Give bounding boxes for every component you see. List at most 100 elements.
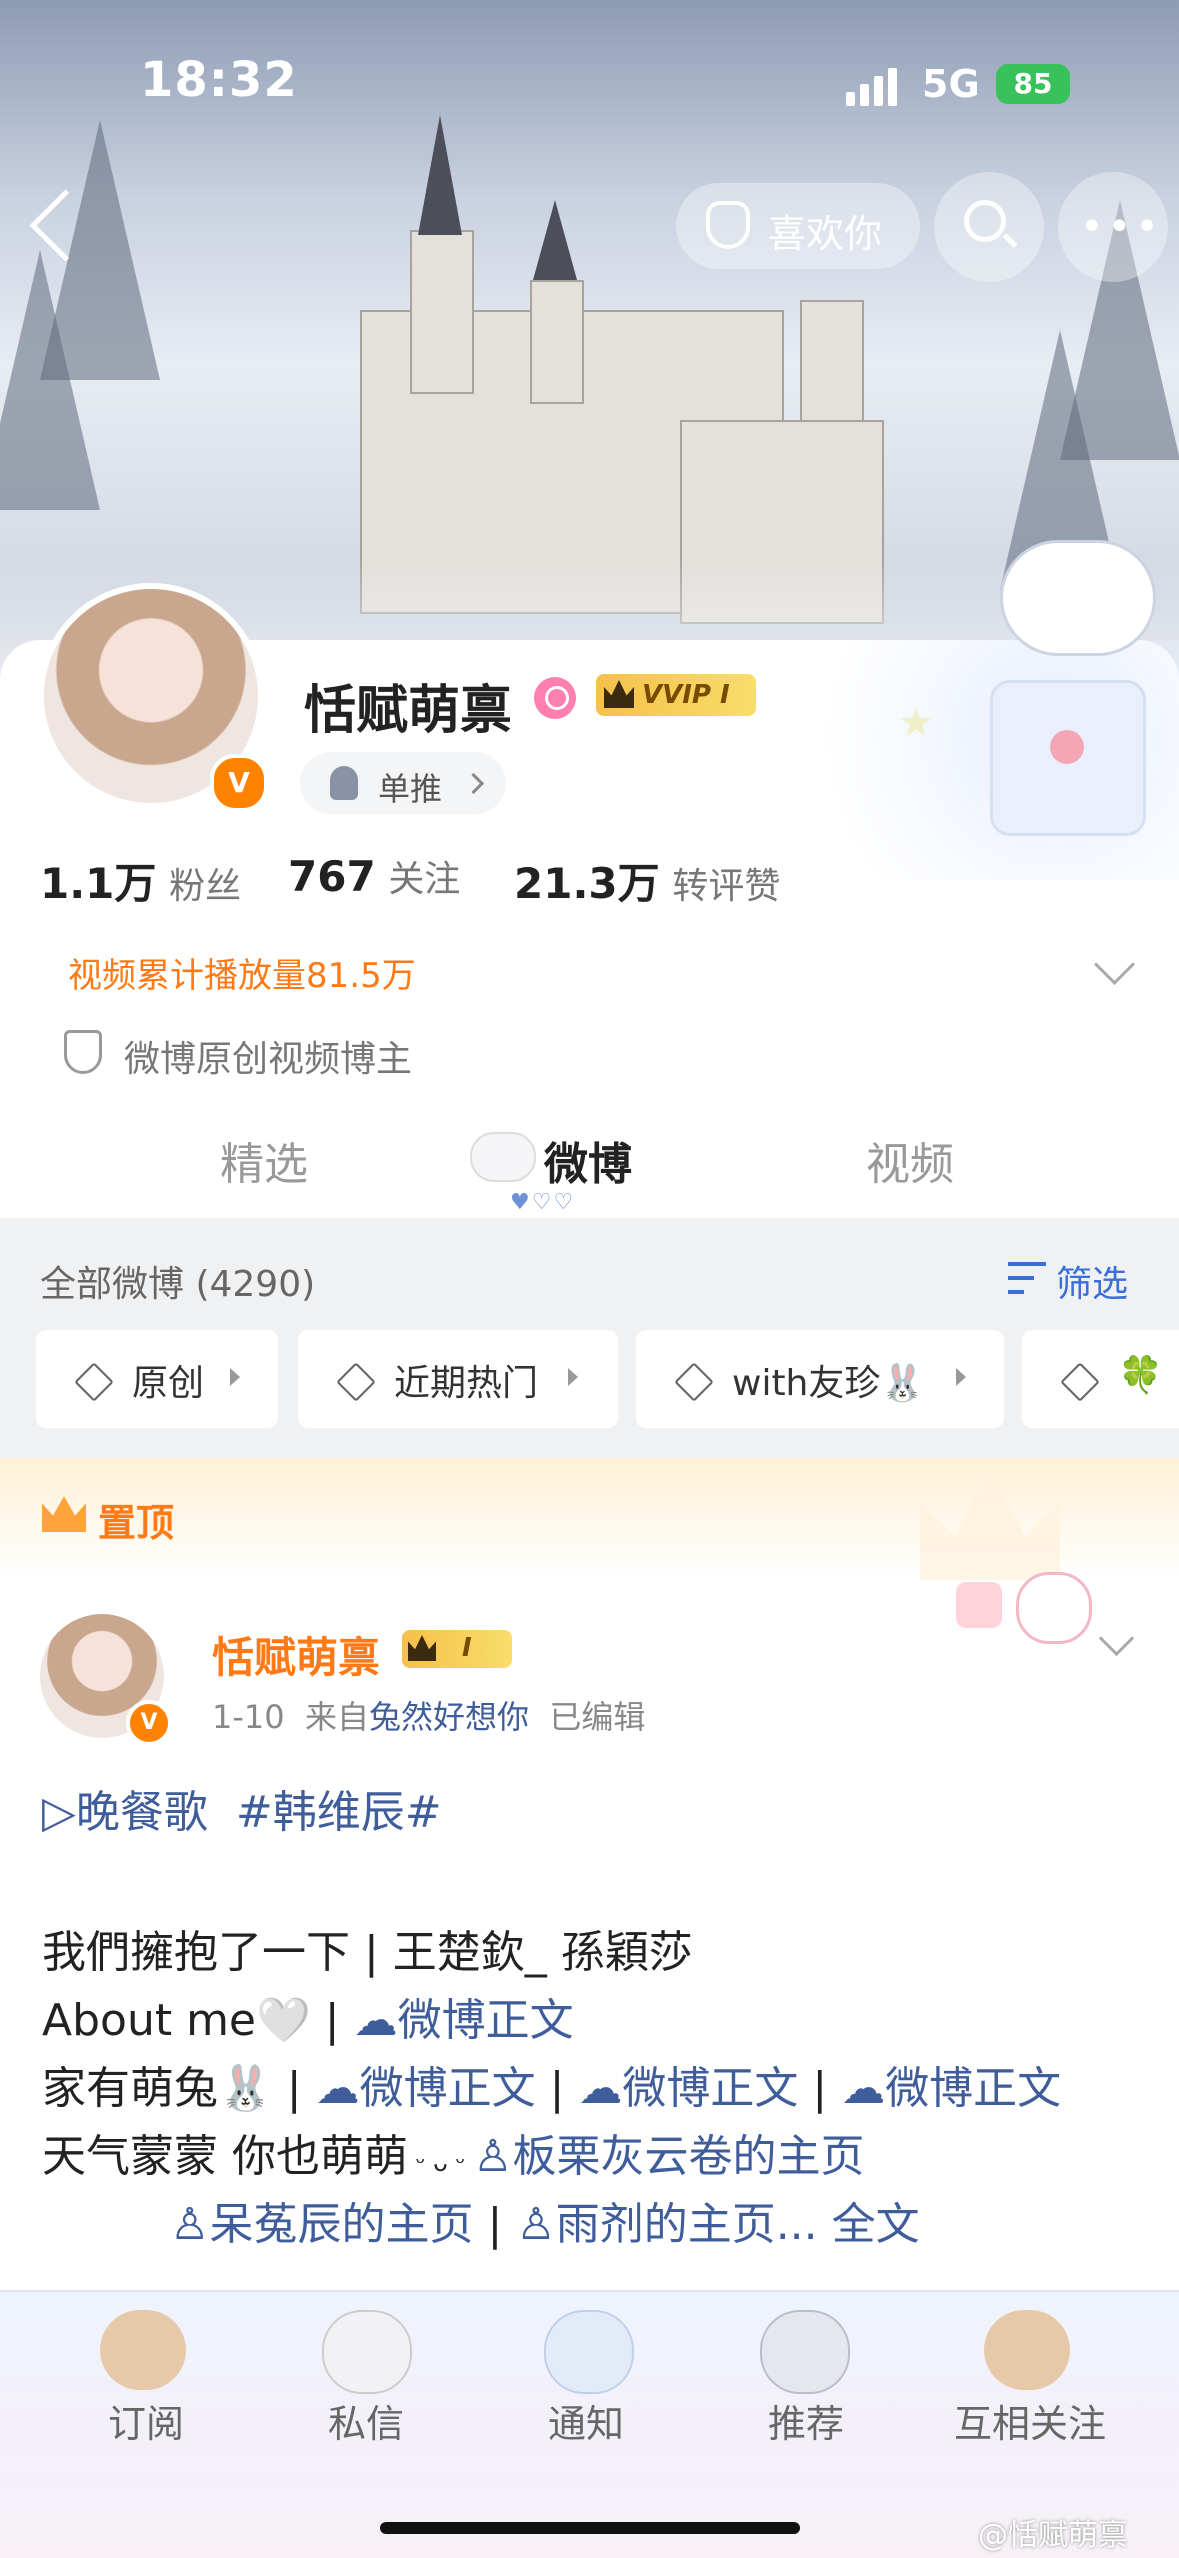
verified-badge: V (126, 1700, 172, 1746)
certification-label: 微博原创视频博主 (124, 1039, 413, 1080)
battery-indicator: 85 (996, 64, 1070, 104)
pinned-label: 置顶 (98, 1501, 175, 1545)
bear-mutual-icon (984, 2310, 1070, 2390)
star-icon: ★ (898, 700, 934, 746)
weibo-link[interactable]: ☁微博正文 (841, 2063, 1061, 2114)
post-text-line: 天气蒙蒙 你也萌萌 ᵕ ᴗ ᵕ ♙板栗灰云卷的主页 (42, 2131, 865, 2182)
layers-icon (1060, 1362, 1100, 1402)
chip-original[interactable]: 原创 (36, 1330, 278, 1428)
stat-value: 1.1万 (40, 859, 157, 908)
more-button[interactable]: ••• (1058, 172, 1168, 282)
hashtag-link[interactable]: #韩维辰# (236, 1787, 442, 1838)
like-button[interactable]: 喜欢你 (676, 183, 920, 269)
caret-right-icon (230, 1368, 240, 1386)
profile-link[interactable]: ♙呆菟辰的主页 (170, 2199, 473, 2250)
read-more-link[interactable]: 全文 (818, 2199, 920, 2250)
castle-tower (410, 230, 474, 394)
layers-icon (336, 1362, 376, 1402)
post-source-link[interactable]: 兔然好想你 (369, 1698, 529, 1736)
person-icon (330, 766, 358, 800)
chevron-right-icon (462, 772, 485, 795)
chip-clover[interactable]: 🍀 (1022, 1330, 1179, 1428)
watermark: @恬赋萌禀 (978, 2518, 1128, 2553)
caret-right-icon (956, 1368, 966, 1386)
status-time: 18:32 (140, 52, 298, 108)
cat-message-icon (322, 2310, 412, 2394)
post-text-line: ♙呆菟辰的主页 | ♙雨剂的主页... 全文 (170, 2199, 920, 2250)
cat-sticker-icon (1000, 540, 1156, 656)
tab-video[interactable]: 视频 (866, 1128, 954, 1192)
search-button[interactable] (934, 172, 1044, 282)
vip-label: VVIP I (642, 680, 730, 710)
weibo-link[interactable]: ☁微博正文 (316, 2063, 536, 2114)
bunny-sticker-icon (1016, 1572, 1092, 1644)
chip-label: 近期热门 (394, 1363, 539, 1404)
tab-featured[interactable]: 精选 (220, 1128, 308, 1192)
vip-badge: I (402, 1630, 512, 1668)
stat-following[interactable]: 767 关注 (288, 850, 460, 902)
cat-tab-icon (470, 1132, 536, 1182)
post-meta: 1-10 来自兔然好想你 已编辑 (212, 1692, 645, 1738)
post-date: 1-10 (212, 1698, 285, 1736)
stat-label: 转评赞 (672, 866, 781, 907)
more-icon: ••• (1080, 204, 1163, 250)
cherry-icon (1050, 730, 1084, 764)
filter-button[interactable]: 筛选 (1056, 1255, 1128, 1307)
post-author[interactable]: 恬赋萌禀 (212, 1624, 380, 1685)
profile-name: 恬赋萌禀 (304, 681, 513, 741)
chip-label: with友珍🐰 (732, 1363, 926, 1404)
home-indicator[interactable] (380, 2522, 800, 2534)
vip-level: I (462, 1633, 472, 1663)
stat-label: 关注 (388, 859, 461, 900)
chip-recent-hot[interactable]: 近期热门 (298, 1330, 618, 1428)
post-text-line: 家有萌兔🐰 | ☁微博正文 | ☁微博正文 | ☁微博正文 (42, 2063, 1062, 2114)
stat-followers[interactable]: 1.1万 粉丝 (40, 850, 241, 911)
profile-link[interactable]: ♙雨剂的主页... (516, 2199, 817, 2250)
post-tags-line: ▷晚餐歌 #韩维辰# (42, 1776, 442, 1840)
profile-link[interactable]: ♙板栗灰云卷的主页 (473, 2131, 864, 2182)
tab-active-indicator: ♥♡♡ (510, 1190, 576, 1215)
chip-label: 原创 (132, 1363, 205, 1404)
chip-with-youzhen[interactable]: with友珍🐰 (636, 1330, 1004, 1428)
crown-icon (408, 1635, 436, 1661)
bow-notify-icon (544, 2310, 634, 2394)
nav-mutual-follow[interactable]: 互相关注 (930, 2393, 1130, 2448)
nav-subscribe[interactable]: 订阅 (46, 2393, 246, 2448)
weibo-link[interactable]: ☁微博正文 (354, 1995, 574, 2046)
castle-roof (533, 200, 577, 280)
nav-notifications[interactable]: 通知 (486, 2393, 686, 2448)
verified-badge: V (210, 754, 268, 812)
crown-icon (604, 680, 634, 708)
tab-weibo[interactable]: 微博 (544, 1128, 632, 1192)
signal-icon (846, 66, 906, 106)
feed-title: 全部微博 (4290) (40, 1264, 316, 1305)
fan-tag-button[interactable]: 单推 (300, 752, 506, 814)
post-from: 来自 (304, 1698, 369, 1736)
post-menu-chevron-icon[interactable] (1098, 1620, 1135, 1657)
video-play-count: 视频累计播放量81.5万 (68, 956, 416, 996)
castle-tower (530, 280, 584, 404)
stat-value: 767 (288, 852, 376, 901)
layers-icon (74, 1362, 114, 1402)
card-decoration: ★ (760, 640, 1179, 880)
chip-label: 🍀 (1118, 1355, 1163, 1396)
fan-tag-label: 单推 (378, 770, 443, 808)
gender-icon (534, 677, 576, 719)
post-text-line: About me🤍 | ☁微博正文 (42, 1995, 574, 2046)
stat-interactions[interactable]: 21.3万 转评赞 (514, 850, 780, 911)
shield-icon (64, 1030, 102, 1074)
bear-subscribe-icon (100, 2310, 186, 2390)
caret-right-icon (568, 1368, 578, 1386)
filter-icon (1008, 1262, 1046, 1296)
hand-heart-icon (706, 201, 750, 249)
weibo-link[interactable]: ☁微博正文 (578, 2063, 798, 2114)
music-link[interactable]: ▷晚餐歌 (42, 1787, 208, 1838)
post-edited: 已编辑 (549, 1698, 646, 1736)
vip-badge[interactable]: VVIP I (596, 674, 756, 716)
cake-sticker-icon (956, 1582, 1002, 1628)
nav-messages[interactable]: 私信 (266, 2393, 466, 2448)
layers-icon (674, 1362, 714, 1402)
status-bar: 18:32 5G 85 (0, 0, 1179, 170)
nav-recommend[interactable]: 推荐 (706, 2393, 906, 2448)
stat-value: 21.3万 (514, 859, 660, 908)
